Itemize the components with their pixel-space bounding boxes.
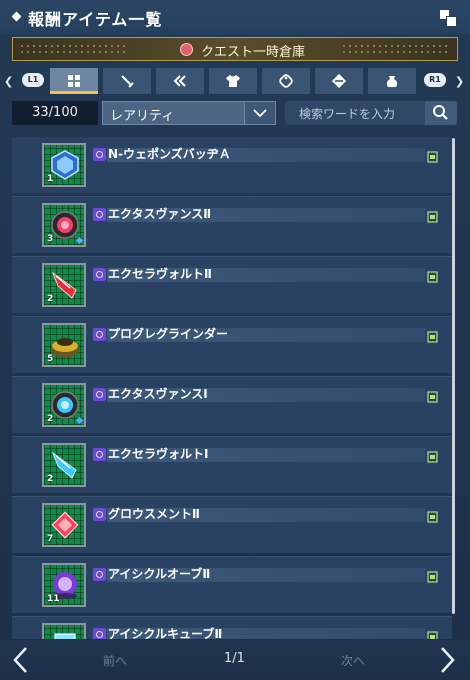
lock-pin-icon[interactable] [427, 571, 438, 583]
title-bar: 報酬アイテム一覧 [0, 0, 470, 34]
tag-icon [279, 74, 293, 88]
tab-next-arrow-icon[interactable]: ❯ [455, 75, 464, 88]
sword-icon [121, 75, 134, 88]
tab-prev-arrow-icon[interactable]: ❮ [4, 75, 13, 88]
cube-icon [54, 633, 76, 639]
next-page-button[interactable]: 次へ [341, 652, 365, 669]
item-thumbnail: 5 [42, 323, 86, 367]
item-quantity: 7 [47, 534, 54, 544]
item-thumbnail: 2 [42, 383, 86, 427]
storage-bag-icon [180, 43, 193, 56]
item-thumbnail: 1 [42, 143, 86, 187]
item-quantity: 3 [47, 234, 54, 244]
item-quantity: 2 [47, 474, 54, 484]
item-type-icon [93, 388, 106, 401]
item-name: アイシクルキューブⅡ [108, 627, 223, 639]
item-name: N-ウェポンズバッヂＡ [108, 147, 231, 161]
search-input[interactable]: 検索ワードを入力 [285, 101, 457, 125]
item-thumbnail: 7 [42, 503, 86, 547]
item-type-icon [93, 568, 106, 581]
item-quantity: 2 [47, 294, 54, 304]
lock-pin-icon[interactable] [427, 391, 438, 403]
lock-pin-icon[interactable] [427, 271, 438, 283]
item-name: エクタスヴァンスⅠ [108, 387, 208, 401]
tab-capsules[interactable] [315, 68, 363, 94]
list-item[interactable]: 7 グロウスメントⅡ [12, 497, 452, 557]
window-restore-icon[interactable] [440, 10, 457, 27]
banner-decoration-left [19, 43, 129, 55]
rarity-label: レアリティ [110, 109, 175, 124]
shirt-icon [226, 75, 240, 87]
search-icon [433, 105, 448, 120]
window-title: 報酬アイテム一覧 [28, 10, 163, 29]
chevron-down-icon [244, 102, 275, 124]
item-quantity: 2 [47, 414, 54, 424]
rarity-dropdown[interactable]: レアリティ [102, 101, 276, 125]
item-type-icon [93, 148, 106, 161]
tab-materials[interactable] [368, 68, 416, 94]
list-item[interactable]: アイシクルキューブⅡ [12, 617, 452, 639]
tab-weapons[interactable] [103, 68, 151, 94]
list-item[interactable]: 11 アイシクルオーブⅡ [12, 557, 452, 617]
item-list: 1 N-ウェポンズバッヂＡ 3 エクタスヴァンスⅡ 2 エクセラヴォルトⅡ 5 … [12, 133, 452, 639]
banner-decoration-right [341, 43, 451, 55]
item-thumbnail: 2 [42, 443, 86, 487]
pouch-icon [386, 76, 398, 87]
list-item[interactable]: 2 エクセラヴォルトⅠ [12, 437, 452, 497]
search-placeholder: 検索ワードを入力 [299, 107, 396, 121]
list-item[interactable]: 2 エクタスヴァンスⅠ [12, 377, 452, 437]
pagination-bar: 前へ 1/1 次へ [0, 640, 470, 680]
tab-costume[interactable] [209, 68, 257, 94]
item-count: 33/100 [12, 101, 98, 125]
item-quantity: 11 [47, 594, 60, 604]
item-name: グロウスメントⅡ [108, 507, 200, 521]
item-name: エクセラヴォルトⅠ [108, 447, 209, 461]
item-thumbnail: 3 [42, 203, 86, 247]
item-thumbnail [42, 623, 86, 639]
lock-pin-icon[interactable] [427, 211, 438, 223]
l1-shoulder-button[interactable]: L1 [22, 73, 44, 87]
item-name: エクタスヴァンスⅡ [108, 207, 212, 221]
list-scrollbar[interactable] [452, 138, 455, 614]
item-type-icon [93, 208, 106, 221]
search-button[interactable] [425, 101, 457, 125]
lock-pin-icon[interactable] [427, 451, 438, 463]
item-type-icon [93, 628, 106, 639]
item-quantity: 1 [47, 174, 54, 184]
reward-items-panel: 報酬アイテム一覧 クエスト一時倉庫 ❮ L1 R1 ❯ 33/100 レアリティ… [0, 0, 470, 680]
next-page-arrow-icon[interactable] [438, 645, 458, 675]
prev-page-button[interactable]: 前へ [103, 652, 127, 669]
lock-pin-icon[interactable] [427, 631, 438, 639]
title-diamond-icon [11, 11, 22, 22]
tab-consumables[interactable] [262, 68, 310, 94]
list-item[interactable]: 1 N-ウェポンズバッヂＡ [12, 137, 452, 197]
item-quantity: 5 [47, 354, 54, 364]
prev-page-arrow-icon[interactable] [10, 645, 30, 675]
storage-label: クエスト一時倉庫 [201, 45, 306, 60]
item-type-icon [93, 508, 106, 521]
storage-banner[interactable]: クエスト一時倉庫 [12, 37, 458, 61]
tab-units[interactable] [156, 68, 204, 94]
item-type-icon [93, 448, 106, 461]
lock-pin-icon[interactable] [427, 511, 438, 523]
r1-shoulder-button[interactable]: R1 [424, 73, 446, 87]
item-thumbnail: 2 [42, 263, 86, 307]
grid-all-icon [68, 75, 80, 87]
item-name: アイシクルオーブⅡ [108, 567, 211, 581]
item-name: エクセラヴォルトⅡ [108, 267, 212, 281]
list-item[interactable]: 2 エクセラヴォルトⅡ [12, 257, 452, 317]
list-item[interactable]: 5 プログレグラインダー [12, 317, 452, 377]
list-item[interactable]: 3 エクタスヴァンスⅡ [12, 197, 452, 257]
item-name: プログレグラインダー [108, 327, 229, 341]
item-type-icon [93, 268, 106, 281]
category-tabs: ❮ L1 R1 ❯ [0, 66, 470, 96]
tab-all[interactable] [50, 68, 98, 94]
lock-pin-icon[interactable] [427, 331, 438, 343]
double-arrow-icon [173, 75, 186, 87]
item-thumbnail: 11 [42, 563, 86, 607]
item-type-icon [93, 328, 106, 341]
page-indicator: 1/1 [224, 651, 245, 666]
capsule-icon [331, 73, 347, 89]
lock-pin-icon[interactable] [427, 151, 438, 163]
